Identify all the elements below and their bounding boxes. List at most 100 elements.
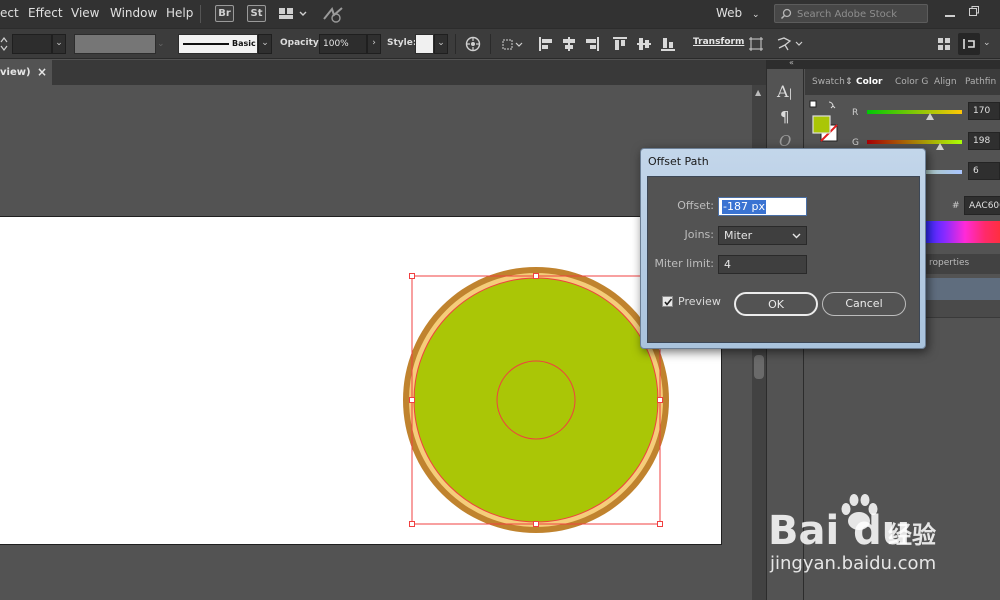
color-spectrum-ramp[interactable] [925,221,1000,243]
align-horizontal-center-icon[interactable] [561,36,577,52]
cancel-button[interactable]: Cancel [822,292,906,316]
isolate-selection-icon[interactable] [748,36,764,52]
transform-link[interactable]: Transform [693,37,744,47]
hex-color-field[interactable]: AAC606 [964,196,1000,215]
menu-select[interactable]: ect [0,6,19,20]
selection-handle[interactable] [657,521,663,527]
stepper-icon[interactable] [0,36,8,52]
hex-symbol: # [952,201,960,211]
scroll-up-icon[interactable]: ▲ [755,88,761,97]
fill-stroke-widget[interactable] [809,100,839,146]
opacity-label[interactable]: Opacity: [280,38,322,48]
align-left-icon[interactable] [538,36,554,52]
red-value-field[interactable]: 170 [968,102,1000,120]
blue-value-field[interactable]: 6 [968,162,1000,180]
menu-view[interactable]: View [71,6,99,20]
collapse-icon[interactable]: « [789,58,794,67]
stroke-weight-field[interactable] [12,34,52,54]
opacity-arrow[interactable]: › [367,34,381,54]
brush-definition-dropdown[interactable]: ⌄ [258,34,272,54]
brush-definition-field[interactable]: Basic [178,34,258,54]
bridge-badge-icon[interactable]: Br [215,5,234,22]
chevron-down-icon: ⌄ [752,10,760,20]
tab-expand-icon[interactable]: ⇕ [845,77,853,87]
red-slider-thumb[interactable] [926,113,934,120]
selection-handle[interactable] [533,273,539,279]
offset-label: Offset: [677,199,714,212]
joins-label: Joins: [684,228,714,241]
baidu-watermark: Bai du 经验 jingyan.baidu.com [760,490,1000,600]
menu-window[interactable]: Window [110,6,157,20]
miter-limit-input[interactable]: 4 [718,255,807,274]
paragraph-panel-icon[interactable]: ¶ [780,108,790,126]
opacity-value: 100% [323,39,349,49]
selection-handle[interactable] [533,521,539,527]
profile-dropdown-disabled-icon: ⌄ [157,39,165,49]
scrollbar-thumb[interactable] [754,355,764,379]
control-divider [455,34,456,54]
panel-row[interactable] [915,300,1000,318]
tab-color[interactable]: Color [856,77,883,87]
strip-collapse-header[interactable]: « [767,58,805,69]
style-label[interactable]: Style: [387,38,416,48]
red-slider[interactable] [867,110,962,114]
preview-label[interactable]: Preview [678,295,721,308]
tab-align[interactable]: Align [934,77,957,87]
close-tab-icon[interactable]: × [37,65,47,79]
stock-badge-icon[interactable]: St [247,5,266,22]
blue-slider[interactable] [926,170,962,174]
puppet-warp-icon[interactable] [776,36,806,52]
character-panel-icon[interactable]: A| [777,82,792,101]
chevron-down-icon[interactable]: ⌄ [983,38,991,48]
paw-logo-icon [841,494,878,530]
variable-width-profile[interactable] [74,34,156,54]
align-top-icon[interactable] [612,36,628,52]
selection-handle[interactable] [409,397,415,403]
panel-tab-strip: Swatch ⇕ Color Color G Align Pathfin [805,69,1000,95]
watermark-url: jingyan.baidu.com [770,553,937,574]
graphic-style-dropdown[interactable]: ⌄ [434,34,448,54]
red-channel-label: R [852,108,859,118]
preview-checkbox[interactable] [662,296,673,307]
align-right-icon[interactable] [584,36,600,52]
properties-toggle-icon [963,39,975,49]
align-vertical-center-icon[interactable] [636,36,652,52]
green-slider[interactable] [867,140,962,144]
restore-icon[interactable] [968,5,980,17]
graphic-style-swatch[interactable] [415,34,434,54]
recolor-artwork-icon[interactable] [465,36,481,52]
arrange-documents-icon[interactable] [278,7,308,21]
chevron-down-icon [792,233,801,239]
menu-effect[interactable]: Effect [28,6,63,20]
panel-menu-button[interactable] [958,33,980,55]
workspace-switcher[interactable]: Web ⌄ [716,6,760,20]
opacity-field[interactable]: 100% [319,34,367,54]
gpu-performance-icon[interactable] [322,5,344,23]
tab-swatches[interactable]: Swatch [812,77,845,87]
align-to-selection-icon[interactable] [500,36,524,52]
selection-handle[interactable] [409,273,415,279]
minimize-icon[interactable] [944,9,956,19]
green-channel-label: G [852,138,859,148]
green-fill-circle[interactable] [413,277,659,523]
green-slider-thumb[interactable] [936,143,944,150]
tab-properties[interactable]: roperties [919,254,1000,274]
arrange-panels-icon[interactable] [936,36,952,52]
selection-handle[interactable] [657,397,663,403]
joins-select[interactable]: Miter [718,226,807,245]
menu-help[interactable]: Help [166,6,193,20]
tab-color-guide[interactable]: Color G [895,77,928,87]
selection-handle[interactable] [409,521,415,527]
stroke-weight-dropdown[interactable]: ⌄ [52,34,66,54]
document-tab[interactable]: view) × [0,60,52,85]
stock-search-box[interactable] [774,4,928,23]
green-value-field[interactable]: 198 [968,132,1000,150]
stock-search-input[interactable] [797,7,925,21]
artwork-circle-group[interactable] [398,261,678,541]
panel-selected-row[interactable] [915,278,1000,300]
checkmark-icon [664,298,672,306]
swap-icon [828,101,836,109]
align-bottom-icon[interactable] [660,36,676,52]
ok-button[interactable]: OK [734,292,818,316]
tab-pathfinder[interactable]: Pathfin [965,77,996,87]
